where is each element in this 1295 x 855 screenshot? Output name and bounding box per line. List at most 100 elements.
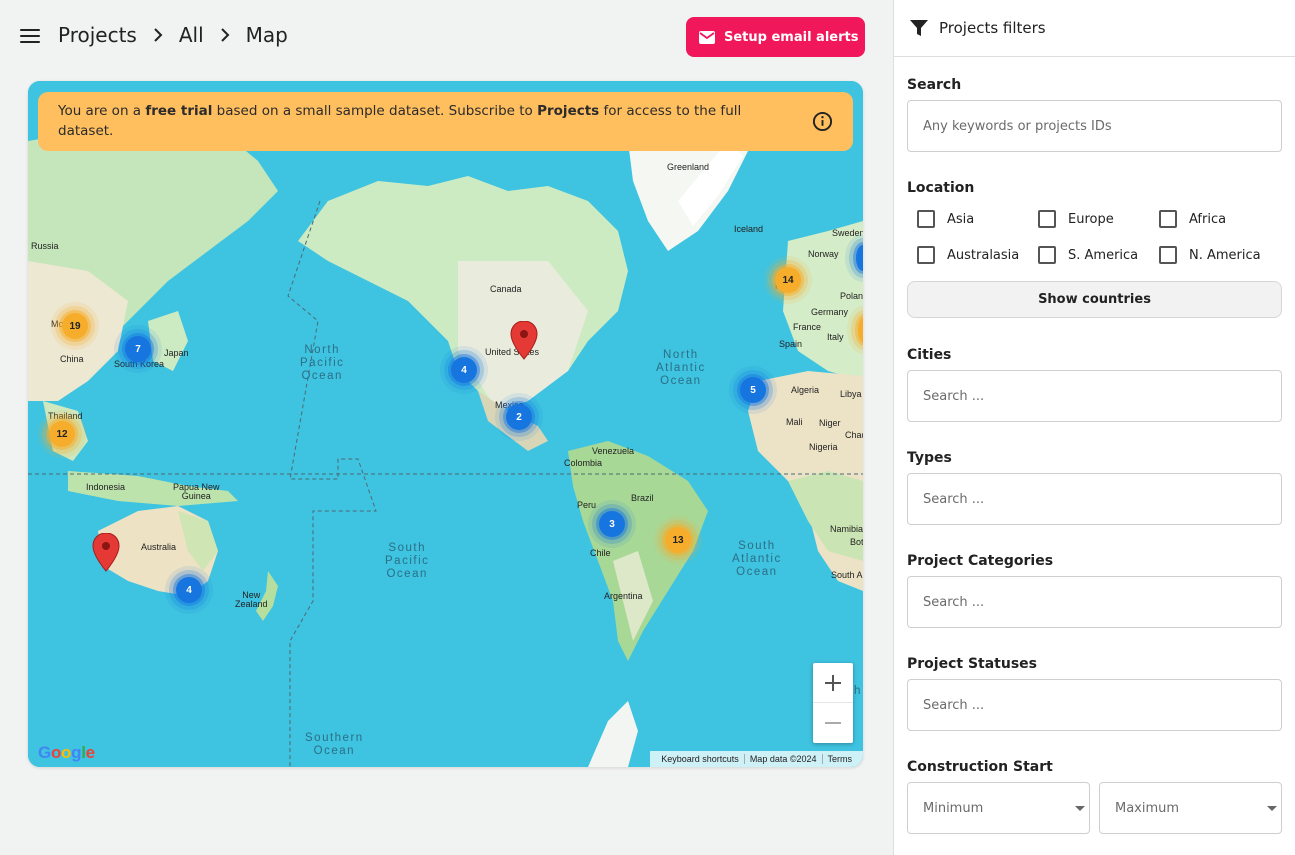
types-search-input[interactable] (907, 473, 1282, 525)
cluster-marker[interactable]: 13 (665, 527, 691, 553)
location-checkbox-s-america[interactable]: S. America (1038, 246, 1138, 264)
cluster-marker[interactable]: 4 (176, 577, 202, 603)
project-statuses-label: Project Statuses (907, 656, 1037, 672)
label-iceland: Iceland (734, 224, 764, 234)
cluster-marker[interactable]: 14 (775, 267, 801, 293)
location-option-label: Africa (1189, 211, 1227, 227)
label-colombia: Colombia (564, 458, 603, 468)
show-countries-button[interactable]: Show countries (907, 281, 1282, 318)
location-option-label: Asia (947, 211, 975, 227)
zoom-controls (813, 663, 853, 743)
google-logo[interactable]: Google (38, 743, 95, 763)
caret-down-icon (1267, 806, 1277, 811)
label-greenland: Greenland (667, 162, 710, 172)
cluster-marker[interactable]: 5 (740, 377, 766, 403)
trial-text-1: You are on a (58, 103, 146, 119)
checkbox-box[interactable] (1159, 246, 1177, 264)
keyword-search-input[interactable] (907, 100, 1282, 152)
label-south-pacific-ocean: South Pacific Ocean (385, 542, 430, 580)
info-icon[interactable] (812, 111, 833, 132)
label-libya: Libya (840, 389, 862, 399)
label-argentina: Argentina (604, 591, 643, 601)
label-peru: Peru (577, 500, 597, 510)
filters-header: Projects filters (894, 0, 1295, 57)
location-option-label: S. America (1068, 247, 1139, 263)
location-option-label: Australasia (947, 247, 1020, 263)
top-bar: Projects All Map Setup email alerts (0, 0, 893, 75)
label-botswana: Bot (850, 537, 863, 547)
cluster-marker-partial[interactable] (858, 317, 863, 343)
chevron-right-icon (220, 28, 230, 42)
project-statuses-search-input[interactable] (907, 679, 1282, 731)
label-thailand: Thailand (48, 411, 83, 421)
caret-down-icon (1075, 806, 1085, 811)
location-pin-icon[interactable] (510, 321, 538, 361)
label-indonesia: Indonesia (86, 482, 126, 492)
label-poland: Polan (840, 291, 863, 301)
label-germany: Germany (811, 307, 849, 317)
cluster-marker[interactable]: 4 (451, 357, 477, 383)
label-norway: Norway (808, 249, 839, 259)
terms-link[interactable]: Terms (823, 754, 858, 764)
breadcrumb-all[interactable]: All (179, 23, 204, 47)
label-south-atlantic-ocean: South Atlantic Ocean (732, 540, 782, 578)
checkbox-box[interactable] (1038, 210, 1056, 228)
filters-title: Projects filters (939, 19, 1046, 37)
cluster-marker-partial[interactable] (856, 245, 863, 271)
hamburger-menu-icon[interactable] (20, 29, 40, 45)
zoom-out-button[interactable] (813, 703, 853, 743)
cluster-marker[interactable]: 12 (49, 421, 75, 447)
construction-start-max-select[interactable]: Maximum (1099, 782, 1282, 834)
location-checkbox-europe[interactable]: Europe (1038, 210, 1114, 228)
label-niger: Niger (819, 418, 841, 428)
cluster-marker[interactable]: 7 (125, 336, 151, 362)
zoom-in-button[interactable] (813, 663, 853, 703)
location-checkbox-australasia[interactable]: Australasia (917, 246, 1019, 264)
location-pin-icon[interactable] (92, 533, 120, 573)
project-categories-search-input[interactable] (907, 576, 1282, 628)
trial-text-free-trial: free trial (145, 103, 213, 119)
breadcrumb-projects[interactable]: Projects (58, 23, 137, 47)
label-southern-ocean: Southern Ocean (305, 732, 364, 757)
filter-funnel-icon (910, 19, 928, 36)
location-option-label: N. America (1189, 247, 1261, 263)
label-new-zealand: New Zealand (235, 590, 268, 609)
map-view[interactable]: Russia Mo China Japan South Korea Thaila… (28, 81, 863, 767)
plus-icon (825, 674, 841, 691)
label-canada: Canada (490, 284, 522, 294)
setup-email-alerts-button[interactable]: Setup email alerts (686, 17, 865, 57)
keyboard-shortcuts-link[interactable]: Keyboard shortcuts (656, 754, 744, 764)
cluster-marker[interactable]: 19 (62, 313, 88, 339)
envelope-icon (699, 30, 715, 44)
label-papua-new-guinea: Papua New Guinea (173, 482, 220, 501)
location-checkbox-n-america[interactable]: N. America (1159, 246, 1261, 264)
location-checkbox-asia[interactable]: Asia (917, 210, 974, 228)
cities-search-input[interactable] (907, 370, 1282, 422)
checkbox-box[interactable] (917, 210, 935, 228)
label-russia: Russia (31, 241, 59, 251)
label-mali: Mali (786, 417, 803, 427)
label-japan: Japan (164, 348, 189, 358)
construction-start-min-select[interactable]: Minimum (907, 782, 1090, 834)
chevron-right-icon (154, 28, 163, 42)
cities-label: Cities (907, 347, 952, 363)
construction-start-label: Construction Start (907, 759, 1053, 775)
label-sweden: Sweden (832, 228, 863, 238)
label-north-pacific-ocean: North Pacific Ocean (300, 344, 345, 382)
trial-text-projects: Projects (537, 103, 600, 119)
max-select-value: Maximum (1115, 800, 1180, 816)
label-north-atlantic-ocean: North Atlantic Ocean (656, 349, 706, 387)
cluster-marker[interactable]: 3 (599, 511, 625, 537)
checkbox-box[interactable] (917, 246, 935, 264)
label-algeria: Algeria (791, 385, 820, 395)
min-select-value: Minimum (923, 800, 984, 816)
location-checkbox-africa[interactable]: Africa (1159, 210, 1226, 228)
checkbox-box[interactable] (1159, 210, 1177, 228)
cluster-marker[interactable]: 2 (506, 404, 532, 430)
checkbox-box[interactable] (1038, 246, 1056, 264)
label-chad: Chad (845, 430, 863, 440)
label-nigeria: Nigeria (809, 442, 838, 452)
label-spain: Spain (779, 339, 803, 349)
label-namibia: Namibia (830, 524, 863, 534)
label-venezuela: Venezuela (592, 446, 635, 456)
